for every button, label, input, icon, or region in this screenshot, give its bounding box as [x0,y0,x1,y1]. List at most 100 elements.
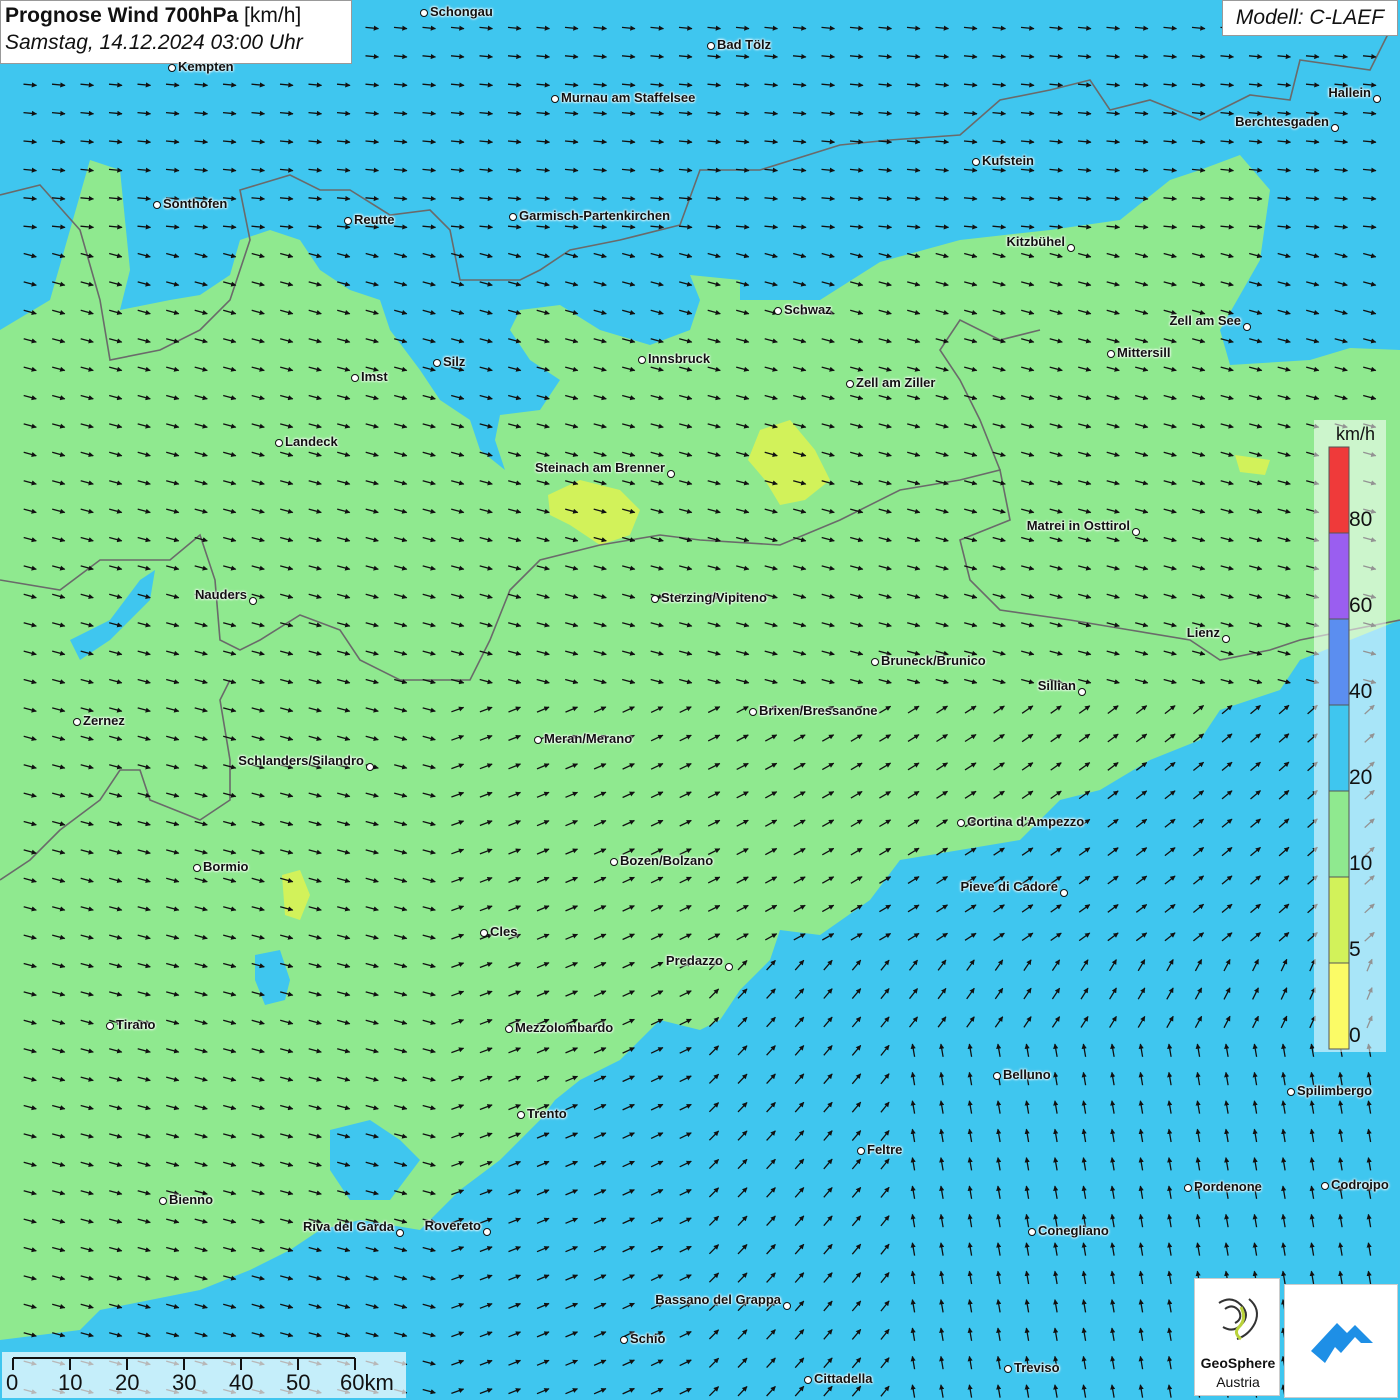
city-label: Spilimbergo [1297,1083,1373,1098]
city-marker [249,597,257,605]
city-marker [168,64,176,72]
weather-app-logo [1284,1284,1398,1398]
city-label: Hallein [1328,85,1371,100]
city-label: Cittadella [814,1371,873,1386]
city-marker [344,217,352,225]
city-label: Pordenone [1194,1179,1262,1194]
city-marker [366,763,374,771]
city-marker [351,374,359,382]
city-marker [707,42,715,50]
legend-label-20: 20 [1349,766,1373,789]
city-label: Murnau am Staffelsee [561,90,696,105]
model-label: Modell: C-LAEF [1222,0,1398,36]
city-label: Mittersill [1117,345,1171,360]
city-marker [480,929,488,937]
city-label: Bruneck/Brunico [881,653,986,668]
geosphere-logo: GeoSphere Austria [1194,1278,1280,1396]
city-label: Lienz [1186,625,1220,640]
city-marker [1078,688,1086,696]
city-label: Zell am Ziller [856,375,936,390]
scale-label-30: 30 [172,1370,197,1395]
legend-label-40: 40 [1349,680,1373,703]
city-marker [804,1376,812,1384]
city-label: Zell am See [1169,313,1241,328]
city-label: Meran/Merano [544,731,633,746]
city-marker [159,1197,167,1205]
city-marker [153,201,161,209]
city-label: Brixen/Bressanone [759,703,878,718]
city-marker [871,658,879,666]
city-marker [638,356,646,364]
legend-unit: km/h [1336,424,1376,444]
city-label: Kitzbühel [1006,234,1066,249]
city-label: Reutte [354,212,395,227]
city-label: Landeck [285,434,338,449]
city-marker [1004,1365,1012,1373]
legend-colorbar [1328,446,1350,1050]
city-label: Innsbruck [648,351,711,366]
geosphere-sub: Austria [1216,1374,1260,1390]
city-label: Schlanders/Silandro [238,753,364,768]
scale-label-60km: 60km [340,1370,394,1395]
city-label: Berchtesgaden [1235,114,1329,129]
city-label: Schongau [430,4,493,19]
legend-label-0: 0 [1349,1024,1361,1047]
city-marker [725,963,733,971]
city-marker [106,1022,114,1030]
city-marker [857,1147,865,1155]
scale-label-50: 50 [286,1370,311,1395]
city-label: Nauders [194,587,247,602]
city-label: Mezzolombardo [515,1020,614,1035]
city-marker [1132,528,1140,536]
city-label: Tirano [116,1017,156,1032]
geosphere-emblem-icon [1218,1298,1258,1341]
city-marker [534,736,542,744]
city-marker [1107,350,1115,358]
city-label: Schio [630,1331,666,1346]
city-label: Sillian [1037,678,1076,693]
city-label: Kufstein [982,153,1034,168]
map-title: Prognose Wind 700hPa [km/h] [5,4,302,27]
city-marker [1331,124,1339,132]
city-marker [1067,244,1075,252]
city-label: Riva del Garda [302,1219,394,1234]
city-marker [433,359,441,367]
city-marker [193,864,201,872]
city-label: Cortina d'Ampezzo [967,814,1085,829]
city-marker [1222,635,1230,643]
city-marker [1243,323,1251,331]
city-label: Trento [527,1106,567,1121]
city-marker [1060,889,1068,897]
mountain-cloud-icon [1311,1323,1373,1363]
city-marker [73,718,81,726]
city-label: Bad Tölz [717,37,772,52]
city-label: Cles [490,924,518,939]
city-marker [1184,1184,1192,1192]
map-title-box: Prognose Wind 700hPa [km/h] Samstag, 14.… [0,0,352,64]
city-label: Zernez [83,713,125,728]
city-marker [505,1025,513,1033]
city-marker [972,158,980,166]
city-marker [667,470,675,478]
city-marker [420,9,428,17]
city-marker [620,1336,628,1344]
city-marker [1321,1182,1329,1190]
city-marker [610,858,618,866]
city-label: Schwaz [784,302,832,317]
city-label: Pieve di Cadore [960,879,1058,894]
legend-label-60: 60 [1349,594,1373,617]
city-marker [396,1229,404,1237]
city-label: Sonthofen [163,196,228,211]
city-marker [774,307,782,315]
city-label: Silz [443,354,466,369]
city-label: Feltre [867,1142,903,1157]
city-label: Bienno [169,1192,214,1207]
city-label: Conegliano [1038,1223,1109,1238]
city-label: Bozen/Bolzano [620,853,714,868]
legend-label-5: 5 [1349,938,1361,961]
city-label: Bormio [203,859,249,874]
city-marker [1028,1228,1036,1236]
city-label: Imst [361,369,388,384]
city-marker [509,213,517,221]
city-label: Treviso [1014,1360,1060,1375]
